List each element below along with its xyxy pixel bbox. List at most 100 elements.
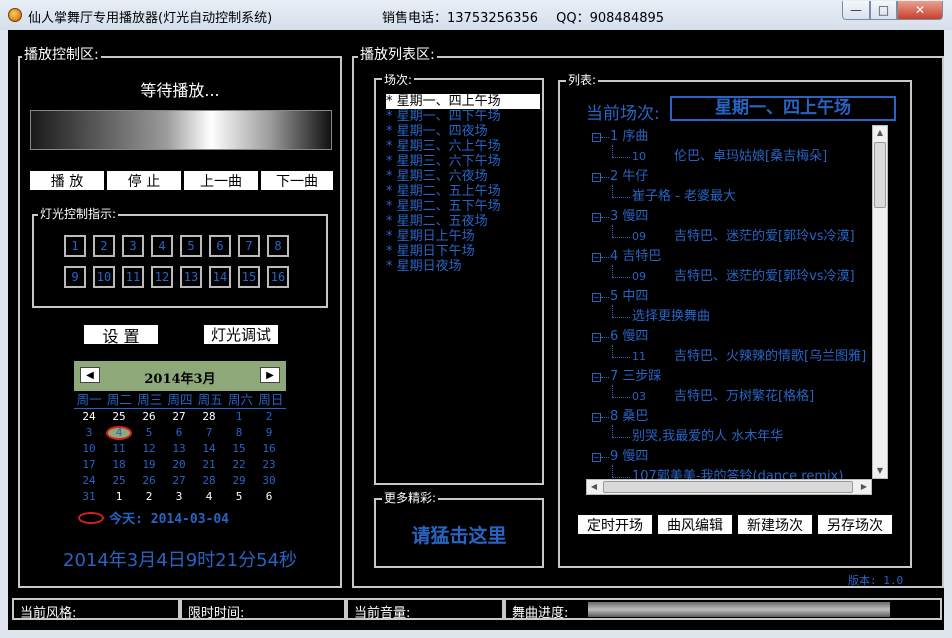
stop-button[interactable]: 停 止 (106, 170, 182, 191)
tree-style-node[interactable]: 3 慢四 (610, 209, 648, 225)
tree-style-node[interactable]: 6 慢四 (610, 329, 648, 345)
tree-song-node[interactable]: 107郭美美-我的答铃(dance remix) (632, 469, 843, 479)
hscroll-thumb[interactable] (603, 481, 853, 493)
calendar-day[interactable]: 2 (254, 409, 284, 425)
calendar-day[interactable]: 3 (74, 425, 104, 441)
tree-song-node[interactable]: 10 伦巴、卓玛姑娘[桑吉梅朵] (632, 149, 827, 165)
tree-song-node[interactable]: 崔子格 - 老婆最大 (632, 189, 736, 205)
session-item[interactable]: * 星期日上午场 (386, 229, 475, 244)
tree-collapse-icon[interactable]: − (592, 453, 601, 462)
tree-collapse-icon[interactable]: − (592, 213, 601, 222)
calendar-day[interactable]: 18 (104, 457, 134, 473)
calendar-day[interactable]: 1 (104, 489, 134, 505)
calendar-day[interactable]: 20 (164, 457, 194, 473)
session-item[interactable]: * 星期日夜场 (386, 259, 462, 274)
calendar-day[interactable]: 26 (134, 409, 164, 425)
session-item[interactable]: * 星期三、六夜场 (386, 169, 488, 184)
tree-style-node[interactable]: 4 吉特巴 (610, 249, 661, 265)
session-item[interactable]: * 星期一、四上午场 (386, 94, 540, 109)
session-item[interactable]: * 星期日下午场 (386, 244, 475, 259)
calendar-day[interactable]: 25 (104, 409, 134, 425)
calendar-day[interactable]: 5 (134, 425, 164, 441)
calendar-day[interactable]: 22 (224, 457, 254, 473)
next-song-button[interactable]: 下一曲 (260, 170, 334, 191)
calendar-day[interactable]: 27 (164, 473, 194, 489)
calendar-day[interactable]: 6 (254, 489, 284, 505)
session-item[interactable]: * 星期一、四下午场 (386, 109, 501, 124)
play-button[interactable]: 播 放 (29, 170, 105, 191)
tree-collapse-icon[interactable]: − (592, 293, 601, 302)
tree-collapse-icon[interactable]: − (592, 373, 601, 382)
calendar-day[interactable]: 31 (74, 489, 104, 505)
timed-start-button[interactable]: 定时开场 (577, 514, 653, 535)
calendar-day[interactable]: 27 (164, 409, 194, 425)
scroll-left-icon[interactable]: ◀ (587, 480, 601, 494)
session-item[interactable]: * 星期二、五上午场 (386, 184, 501, 199)
calendar-day[interactable]: 21 (194, 457, 224, 473)
calendar-day[interactable]: 28 (194, 473, 224, 489)
today-link[interactable]: 今天: 2014-03-04 (78, 507, 229, 527)
tree-style-node[interactable]: 5 中四 (610, 289, 648, 305)
tree-song-node[interactable]: 11 吉特巴、火辣辣的情歌[乌兰图雅] (632, 349, 866, 365)
calendar[interactable]: ◀ 2014年3月 ▶ 周一 周二 周三 周四 周五 周六 周日 24 25 26 27 28 1 2 3… (74, 361, 286, 511)
scroll-thumb[interactable] (874, 142, 886, 208)
tree-song-node[interactable]: 09 吉特巴、迷茫的爱[郭玲vs冷漠] (632, 229, 855, 245)
scroll-down-icon[interactable]: ▼ (873, 464, 887, 478)
calendar-day[interactable]: 4 (104, 425, 134, 441)
calendar-day[interactable]: 12 (134, 441, 164, 457)
calendar-day[interactable]: 28 (194, 409, 224, 425)
calendar-day[interactable]: 29 (224, 473, 254, 489)
save-session-as-button[interactable]: 另存场次 (817, 514, 893, 535)
title-bar[interactable]: 仙人掌舞厅专用播放器(灯光自动控制系统) 销售电话：13753256356 QQ… (0, 0, 952, 30)
calendar-day[interactable]: 6 (164, 425, 194, 441)
tree-style-node[interactable]: 8 桑巴 (610, 409, 648, 425)
tree-collapse-icon[interactable]: − (592, 413, 601, 422)
calendar-day[interactable]: 5 (224, 489, 254, 505)
calendar-day[interactable]: 14 (194, 441, 224, 457)
calendar-day[interactable]: 24 (74, 473, 104, 489)
calendar-day[interactable]: 30 (254, 473, 284, 489)
calendar-day[interactable]: 24 (74, 409, 104, 425)
tree-collapse-icon[interactable]: − (592, 253, 601, 262)
session-item[interactable]: * 星期三、六下午场 (386, 154, 501, 169)
sessions-list[interactable]: * 星期一、四上午场 * 星期一、四下午场 * 星期一、四夜场 * 星期三、六上午场 *… (380, 94, 540, 479)
calendar-day[interactable]: 1 (224, 409, 254, 425)
more-link[interactable]: 请猛击这里 (374, 521, 544, 548)
style-edit-button[interactable]: 曲风编辑 (657, 514, 733, 535)
calendar-day[interactable]: 11 (104, 441, 134, 457)
tree-horizontal-scrollbar[interactable]: ◀ ▶ (586, 479, 872, 495)
calendar-day[interactable]: 16 (254, 441, 284, 457)
calendar-day[interactable]: 7 (194, 425, 224, 441)
calendar-day[interactable]: 10 (74, 441, 104, 457)
calendar-day[interactable]: 15 (224, 441, 254, 457)
tree-song-node[interactable]: 09 吉特巴、迷茫的爱[郭玲vs冷漠] (632, 269, 855, 285)
calendar-day[interactable]: 2 (134, 489, 164, 505)
calendar-day[interactable]: 19 (134, 457, 164, 473)
calendar-day[interactable]: 25 (104, 473, 134, 489)
tree-style-node[interactable]: 2 牛仔 (610, 169, 648, 185)
maximize-button[interactable]: □ (870, 1, 897, 20)
session-item[interactable]: * 星期三、六上午场 (386, 139, 501, 154)
tree-collapse-icon[interactable]: − (592, 173, 601, 182)
calendar-day[interactable]: 23 (254, 457, 284, 473)
calendar-day[interactable]: 26 (134, 473, 164, 489)
tree-song-node[interactable]: 选择更换舞曲 (632, 309, 710, 325)
tree-song-node[interactable]: 03 吉特巴、万树繁花[格格] (632, 389, 814, 405)
scroll-up-icon[interactable]: ▲ (873, 126, 887, 140)
tree-style-node[interactable]: 7 三步踩 (610, 369, 661, 385)
session-item[interactable]: * 星期一、四夜场 (386, 124, 488, 139)
calendar-day[interactable]: 9 (254, 425, 284, 441)
new-session-button[interactable]: 新建场次 (737, 514, 813, 535)
calendar-day[interactable]: 13 (164, 441, 194, 457)
calendar-day[interactable]: 3 (164, 489, 194, 505)
tree-collapse-icon[interactable]: − (592, 133, 601, 142)
minimize-button[interactable]: — (842, 1, 870, 20)
session-item[interactable]: * 星期二、五夜场 (386, 214, 488, 229)
tree-song-node[interactable]: 别哭,我最爱的人 水木年华 (632, 429, 783, 445)
tree-collapse-icon[interactable]: − (592, 333, 601, 342)
calendar-next-button[interactable]: ▶ (260, 367, 280, 383)
close-button[interactable]: ✕ (897, 1, 943, 20)
song-tree[interactable]: −1 序曲 10 伦巴、卓玛姑娘[桑吉梅朵] −2 牛仔 崔子格 - 老婆最大 −3 慢四… (586, 125, 872, 479)
calendar-day[interactable]: 17 (74, 457, 104, 473)
prev-song-button[interactable]: 上一曲 (183, 170, 259, 191)
